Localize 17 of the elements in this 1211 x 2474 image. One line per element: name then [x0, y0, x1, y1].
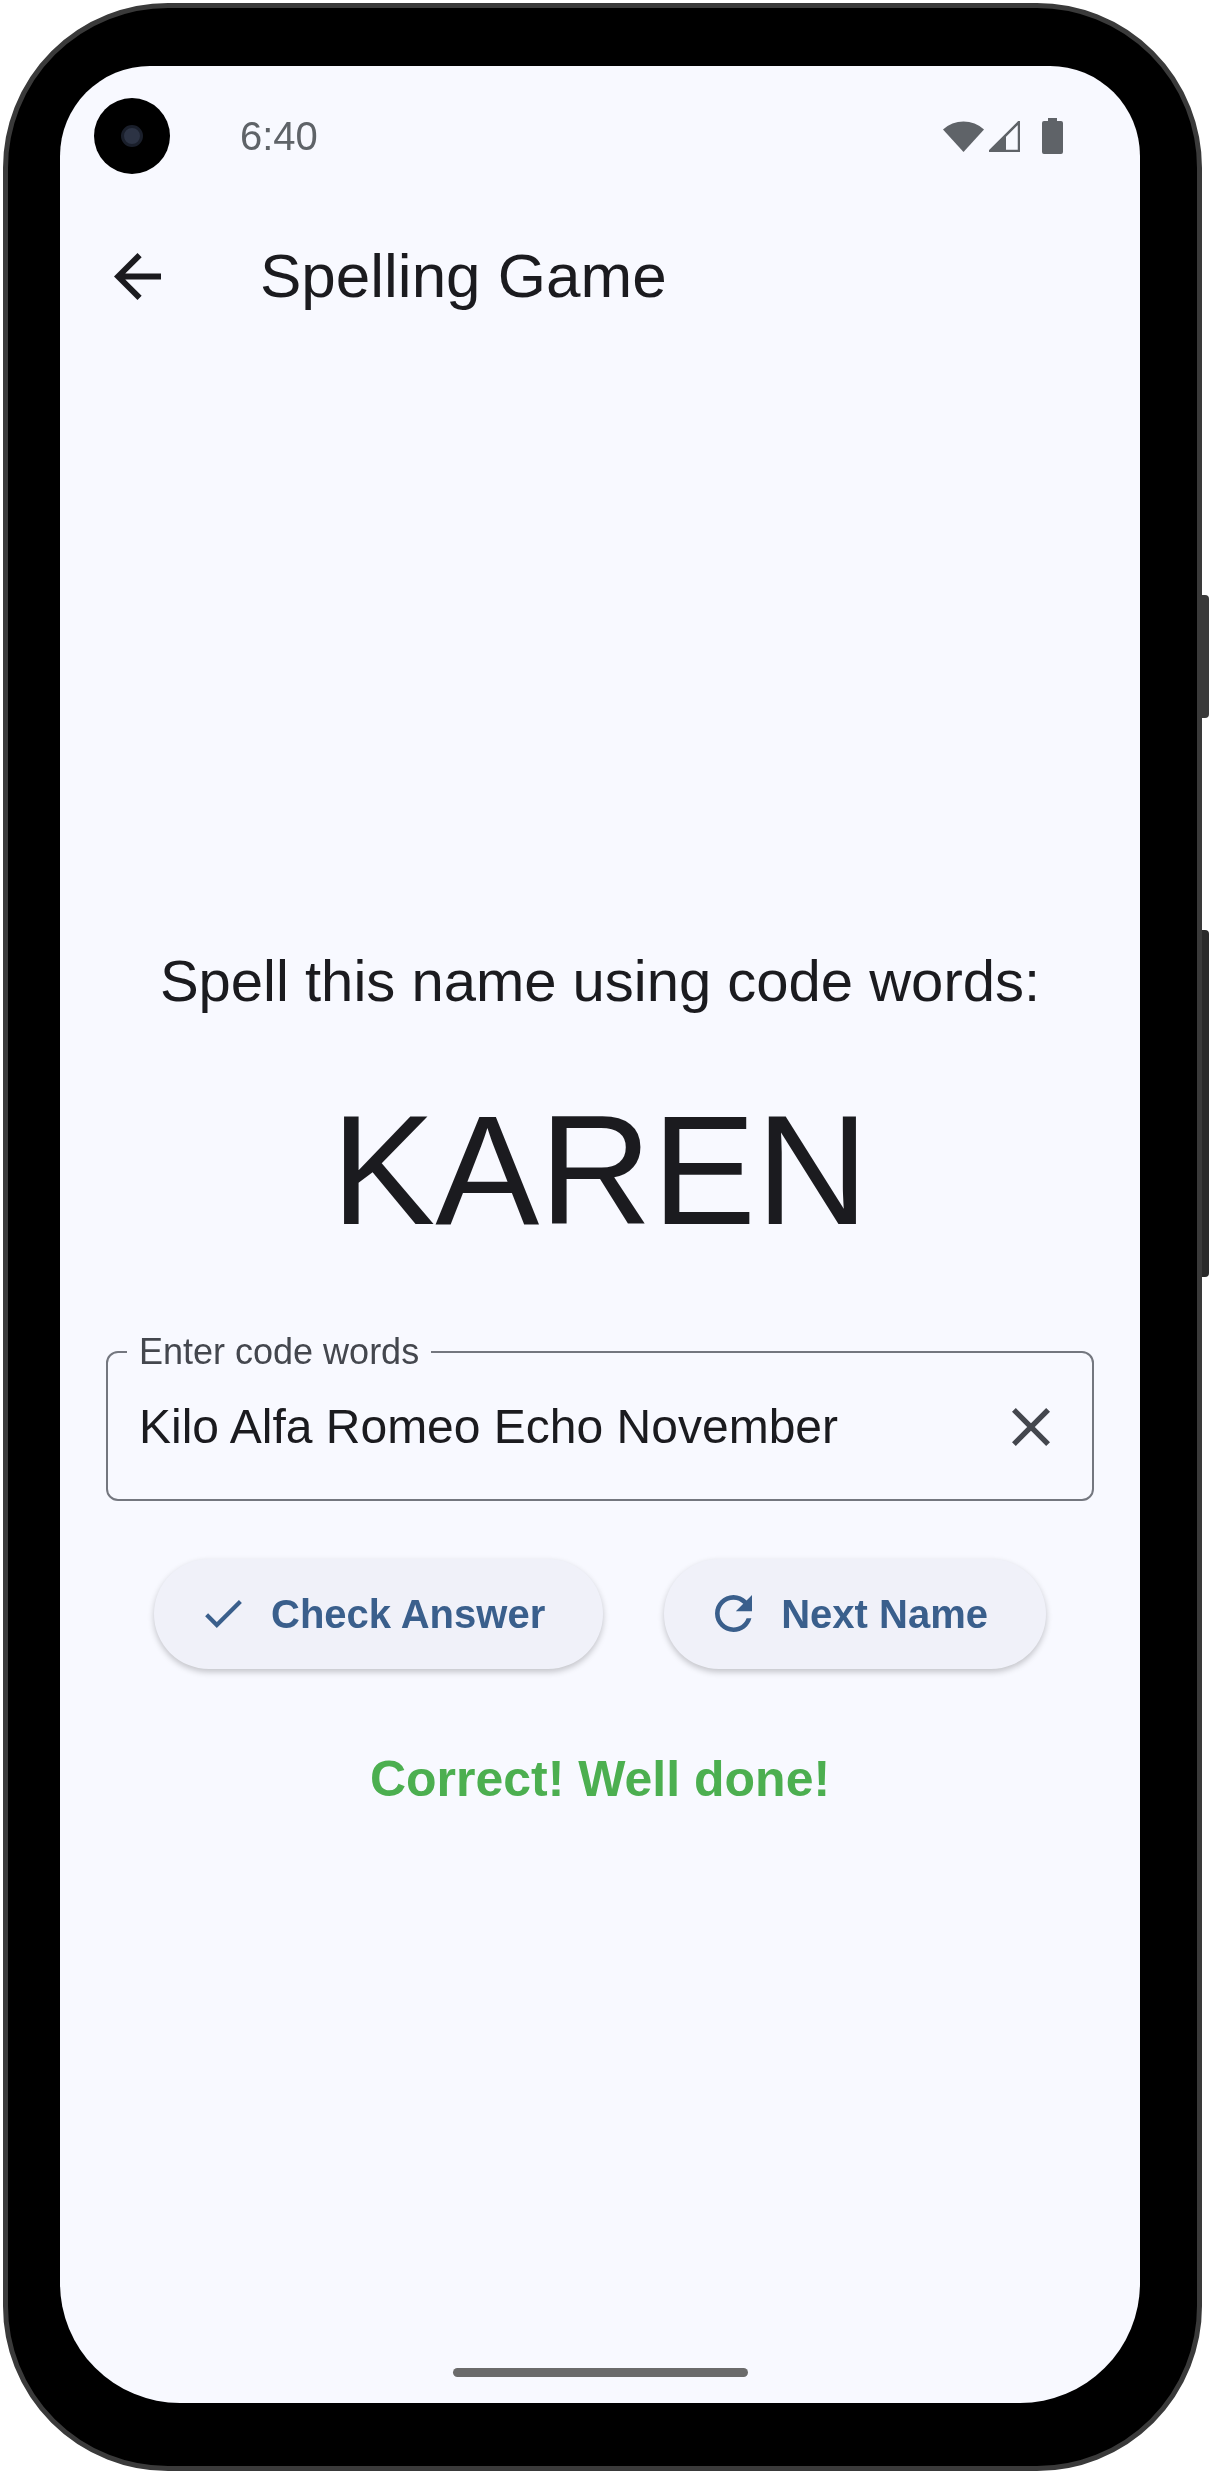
feedback-message: Correct! Well done! [369, 1749, 831, 1809]
status-time: 6:40 [240, 116, 318, 156]
prompt-text: Spell this name using code words: [159, 947, 1041, 1015]
action-button[interactable]: Next Name [664, 1558, 1046, 1669]
refresh-icon [715, 1595, 753, 1633]
field-label: Enter code words [138, 1333, 421, 1370]
action-button[interactable]: Check Answer [154, 1558, 604, 1669]
back-button[interactable] [114, 252, 161, 300]
signal-icon [989, 120, 1020, 152]
wifi-icon [943, 120, 984, 152]
battery-icon [1042, 118, 1063, 154]
clear-button[interactable] [1012, 1407, 1050, 1446]
target-name: KAREN [331, 1091, 869, 1248]
code-words-input[interactable]: Kilo Alfa Romeo Echo November [139, 1399, 1012, 1455]
back-arrow-icon [114, 252, 161, 300]
close-icon [1012, 1407, 1050, 1446]
check-icon [205, 1599, 242, 1628]
